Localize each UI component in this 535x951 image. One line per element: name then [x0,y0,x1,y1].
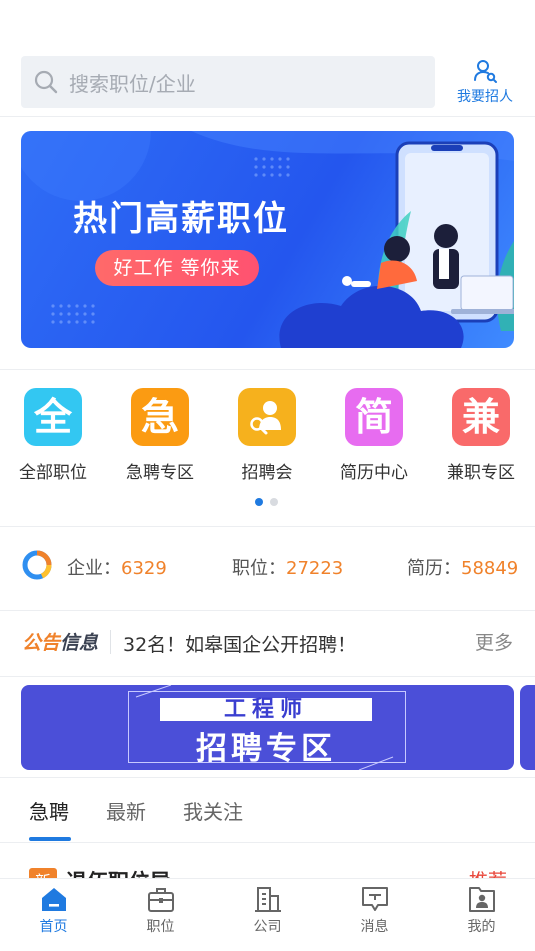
stat-value: 58849 [461,558,519,579]
category-label: 招聘会 [241,463,293,483]
notice-separator [110,630,111,654]
recruit-button[interactable]: 我要招人 [452,58,518,106]
category-label: 兼职专区 [447,463,515,483]
nav-jobs[interactable]: 职位 [107,885,214,936]
category-job-fair[interactable]: 招聘会 [222,388,312,483]
divider [0,676,535,677]
divider [0,116,535,117]
stat-value: 6329 [121,558,167,579]
building-icon [254,887,281,912]
stat-label: 职位： [232,558,286,579]
person-search-icon [238,388,296,446]
all-jobs-icon: 全 [24,388,82,446]
bottom-nav: 首页 职位 公司 消息 我的 [0,878,535,951]
divider [0,526,535,527]
job-tabs: 急聘 最新 我关注 [0,796,535,842]
profile-icon [468,887,495,912]
notice-headline[interactable]: 32名！如皋国企公开招聘！ [123,630,356,657]
carousel-dot[interactable] [270,498,278,506]
stat-value: 27223 [286,558,344,579]
category-urgent[interactable]: 急 急聘专区 [115,388,205,483]
nav-label: 职位 [146,919,175,935]
stat-positions: 职位：27223 [232,554,343,580]
divider [0,610,535,611]
notice-brand-a: 公告 [22,632,61,654]
part-time-icon: 兼 [452,388,510,446]
nav-messages[interactable]: 消息 [321,885,428,936]
nav-label: 公司 [253,919,282,935]
stat-label: 简历： [407,558,461,579]
tab-latest[interactable]: 最新 [106,796,146,825]
category-label: 简历中心 [340,463,408,483]
message-icon [361,887,388,911]
category-grid: 全 全部职位 急 急聘专区 招聘会 简 简历中心 兼 兼职专区 [0,388,535,484]
search-placeholder: 搜索职位/企业 [69,71,196,96]
recruit-label: 我要招人 [457,89,513,105]
category-part-time[interactable]: 兼 兼职专区 [436,388,526,483]
stat-companies: 企业：6329 [67,554,167,580]
nav-label: 首页 [39,919,68,935]
divider [0,369,535,370]
tab-active-indicator [29,837,71,841]
carousel-indicator [255,498,278,506]
site-logo-icon [22,550,52,580]
notice-brand-b: 信息 [60,632,99,654]
engineer-banner-line1: 工程师 [160,698,372,721]
category-label: 急聘专区 [126,463,194,483]
resume-icon: 简 [345,388,403,446]
carousel-dot-active[interactable] [255,498,263,506]
tab-urgent[interactable]: 急聘 [29,796,69,825]
notice-brand: 公告信息 [22,628,98,655]
nav-profile[interactable]: 我的 [428,885,535,936]
nav-label: 我的 [467,919,496,935]
briefcase-icon [147,888,174,912]
category-all-jobs[interactable]: 全 全部职位 [8,388,98,483]
category-resume[interactable]: 简 简历中心 [329,388,419,483]
nav-company[interactable]: 公司 [214,885,321,936]
search-icon [34,70,58,94]
user-search-icon [474,60,497,83]
search-input[interactable]: 搜索职位/企业 [21,56,435,108]
engineer-banner-line2: 招聘专区 [196,731,336,767]
divider [0,777,535,778]
urgent-icon: 急 [131,388,189,446]
nav-label: 消息 [360,919,389,935]
header: 搜索职位/企业 我要招人 [0,56,535,112]
banner-title: 热门高薪职位 [73,199,289,239]
next-banner-peek[interactable] [520,685,535,770]
banner-subtitle: 好工作 等你来 [95,250,259,286]
home-icon [41,888,66,911]
hero-banner[interactable]: 热门高薪职位 好工作 等你来 [21,131,514,348]
notice-more-link[interactable]: 更多 [475,628,513,655]
notice-bar: 公告信息 32名！如皋国企公开招聘！ 更多 [0,622,535,662]
divider [0,842,535,843]
stats-bar: 企业：6329 职位：27223 简历：58849 [0,546,535,586]
home-screen: 搜索职位/企业 我要招人 热门高薪职位 好工作 等你来 全 全部职位 急 急聘专… [0,0,535,951]
tab-following[interactable]: 我关注 [183,796,243,825]
engineer-banner[interactable]: 工程师 招聘专区 [21,685,514,770]
nav-home[interactable]: 首页 [0,885,107,936]
stat-label: 企业： [67,558,121,579]
category-label: 全部职位 [19,463,87,483]
stat-resumes: 简历：58849 [407,554,518,580]
